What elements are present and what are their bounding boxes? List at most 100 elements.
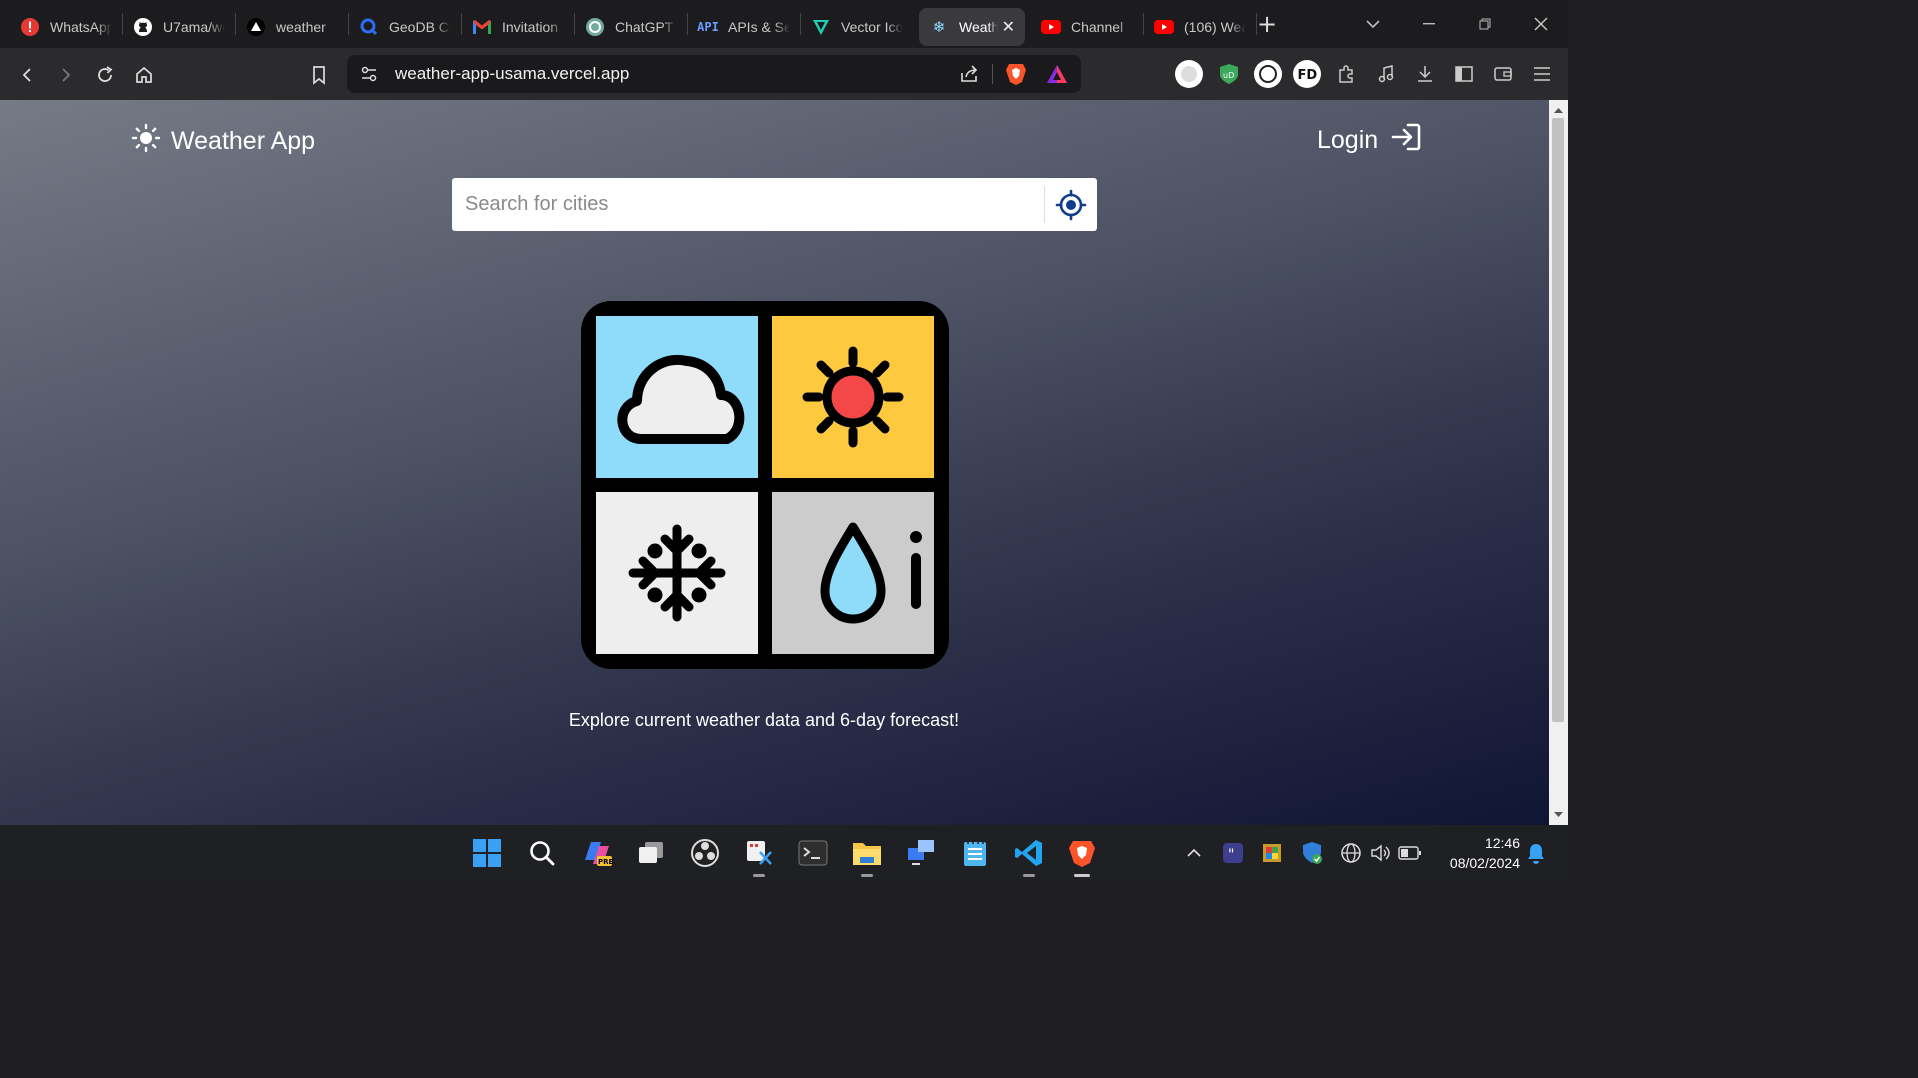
battery-icon[interactable]: [1398, 841, 1422, 865]
extension-avatar-icon[interactable]: [1174, 59, 1204, 89]
tab-title: APIs & Services: [728, 18, 790, 35]
whatsapp-alert-icon: [20, 17, 40, 37]
file-explorer-icon[interactable]: [849, 835, 885, 877]
current-location-icon[interactable]: [1054, 188, 1088, 222]
sidebar-toggle-icon[interactable]: [1449, 59, 1479, 89]
tab-youtube-weather[interactable]: (106) Weather: [1144, 8, 1256, 46]
tab-title: ChatGPT: [615, 18, 674, 35]
login-label: Login: [1317, 126, 1379, 154]
copilot-icon[interactable]: PRE: [579, 835, 615, 871]
close-tab-icon[interactable]: ✕: [1002, 17, 1015, 37]
tab-title: Vector Icons: [841, 18, 903, 35]
media-music-icon[interactable]: [1371, 59, 1401, 89]
search-icon[interactable]: [524, 835, 560, 871]
vercel-icon: [246, 17, 266, 37]
close-window-button[interactable]: [1524, 0, 1558, 48]
back-arrow-icon[interactable]: [14, 62, 40, 88]
terminal-icon[interactable]: [795, 835, 831, 871]
ublock-origin-icon[interactable]: uD: [1214, 59, 1244, 89]
volume-icon[interactable]: [1368, 841, 1392, 865]
tab-youtube-channel[interactable]: Channel: [1031, 8, 1143, 46]
github-icon: [133, 17, 153, 37]
url-divider: [992, 64, 993, 84]
tab-vercel[interactable]: weather: [236, 8, 348, 46]
tray-app-quote-icon[interactable]: ": [1221, 841, 1245, 865]
windows-security-icon[interactable]: [1300, 841, 1324, 865]
network-globe-icon[interactable]: [1339, 841, 1363, 865]
notification-bell-icon[interactable]: [1524, 841, 1548, 865]
snowflake-icon: ❄: [932, 18, 946, 36]
wallet-icon[interactable]: [1488, 59, 1518, 89]
task-view-icon[interactable]: [633, 835, 669, 871]
extension-ring-icon[interactable]: [1253, 59, 1283, 89]
tray-overflow-chevron-icon[interactable]: [1182, 841, 1206, 865]
tab-vector-icons[interactable]: Vector Icons: [801, 8, 913, 46]
new-tab-button[interactable]: +: [1254, 0, 1280, 48]
clock-time: 12:46: [1484, 835, 1520, 851]
snipping-tool-icon[interactable]: [741, 835, 777, 877]
forward-arrow-icon[interactable]: [53, 62, 79, 88]
api-icon: API: [697, 19, 719, 34]
bookmark-icon[interactable]: [306, 62, 332, 88]
youtube-icon: [1154, 17, 1174, 37]
fd-extension-icon[interactable]: FD: [1292, 59, 1322, 89]
downloads-icon[interactable]: [1410, 59, 1440, 89]
running-indicator: [1023, 874, 1035, 877]
obs-studio-icon[interactable]: [687, 835, 723, 871]
svg-text:PRE: PRE: [598, 858, 613, 866]
url-text: weather-app-usama.vercel.app: [395, 64, 630, 83]
sun-logo-icon: [131, 123, 161, 160]
tagline-text: Explore current weather data and 6-day f…: [568, 710, 960, 730]
svg-text:uD: uD: [1223, 71, 1234, 80]
tab-github[interactable]: U7ama/weather: [123, 8, 235, 46]
tab-title: Invitation: [502, 18, 559, 35]
chatgpt-icon: [585, 17, 605, 37]
system-clock[interactable]: 12:46 08/02/2024: [1432, 833, 1520, 873]
address-bar[interactable]: weather-app-usama.vercel.app: [347, 55, 1081, 93]
extensions-puzzle-icon[interactable]: [1331, 59, 1361, 89]
notepad-icon[interactable]: [957, 835, 993, 871]
tab-weather-app-active[interactable]: ❄ Weather App ✕: [919, 7, 1025, 46]
vscode-icon[interactable]: [1011, 835, 1047, 877]
remote-desktop-icon[interactable]: [903, 835, 939, 871]
running-indicator: [1074, 874, 1090, 877]
windows-taskbar: PRE " 12:46 08/02/2024: [0, 825, 1568, 881]
tab-title: GeoDB Cities: [389, 18, 451, 35]
tab-gmail[interactable]: Invitation: [462, 8, 574, 46]
svg-text:FD: FD: [1298, 68, 1318, 83]
browser-tab-strip: WhatsApp U7ama/weather weather GeoDB Cit…: [0, 0, 1568, 48]
home-icon[interactable]: [131, 62, 157, 88]
reload-icon[interactable]: [92, 62, 118, 88]
geodb-icon: [359, 17, 379, 37]
tab-title: weather: [276, 18, 326, 35]
tab-whatsapp[interactable]: WhatsApp: [10, 8, 122, 46]
youtube-icon: [1041, 17, 1061, 37]
tab-geodb[interactable]: GeoDB Cities: [349, 8, 461, 46]
menu-hamburger-icon[interactable]: [1527, 59, 1557, 89]
scrollbar-thumb[interactable]: [1552, 118, 1564, 722]
brave-browser-icon[interactable]: [1064, 835, 1100, 877]
minimize-window-button[interactable]: [1412, 0, 1446, 48]
tab-apis[interactable]: API APIs & Services: [688, 8, 800, 46]
gmail-icon: [472, 17, 492, 37]
city-search-input[interactable]: [452, 178, 1042, 231]
tab-title: WhatsApp: [50, 18, 112, 35]
running-indicator: [753, 874, 765, 877]
restore-window-button[interactable]: [1468, 0, 1502, 48]
tab-title: Weather App: [959, 18, 998, 35]
tab-chatgpt[interactable]: ChatGPT: [575, 8, 687, 46]
tab-search-chevron-icon[interactable]: [1360, 0, 1386, 48]
brave-shields-icon[interactable]: [1005, 62, 1027, 90]
vector-icon: [811, 17, 831, 37]
browser-toolbar: weather-app-usama.vercel.app uD FD: [0, 48, 1568, 100]
svg-text:": ": [1228, 847, 1234, 863]
start-windows-icon[interactable]: [469, 835, 505, 871]
brave-rewards-icon[interactable]: [1046, 63, 1068, 89]
tray-app-colors-icon[interactable]: [1260, 841, 1284, 865]
login-button[interactable]: Login: [1317, 122, 1422, 159]
tab-title: (106) Weather: [1184, 18, 1246, 35]
site-settings-icon[interactable]: [359, 64, 379, 88]
share-icon[interactable]: [959, 64, 979, 88]
app-brand[interactable]: Weather App: [131, 123, 315, 160]
weather-hero-illustration: [581, 301, 949, 673]
